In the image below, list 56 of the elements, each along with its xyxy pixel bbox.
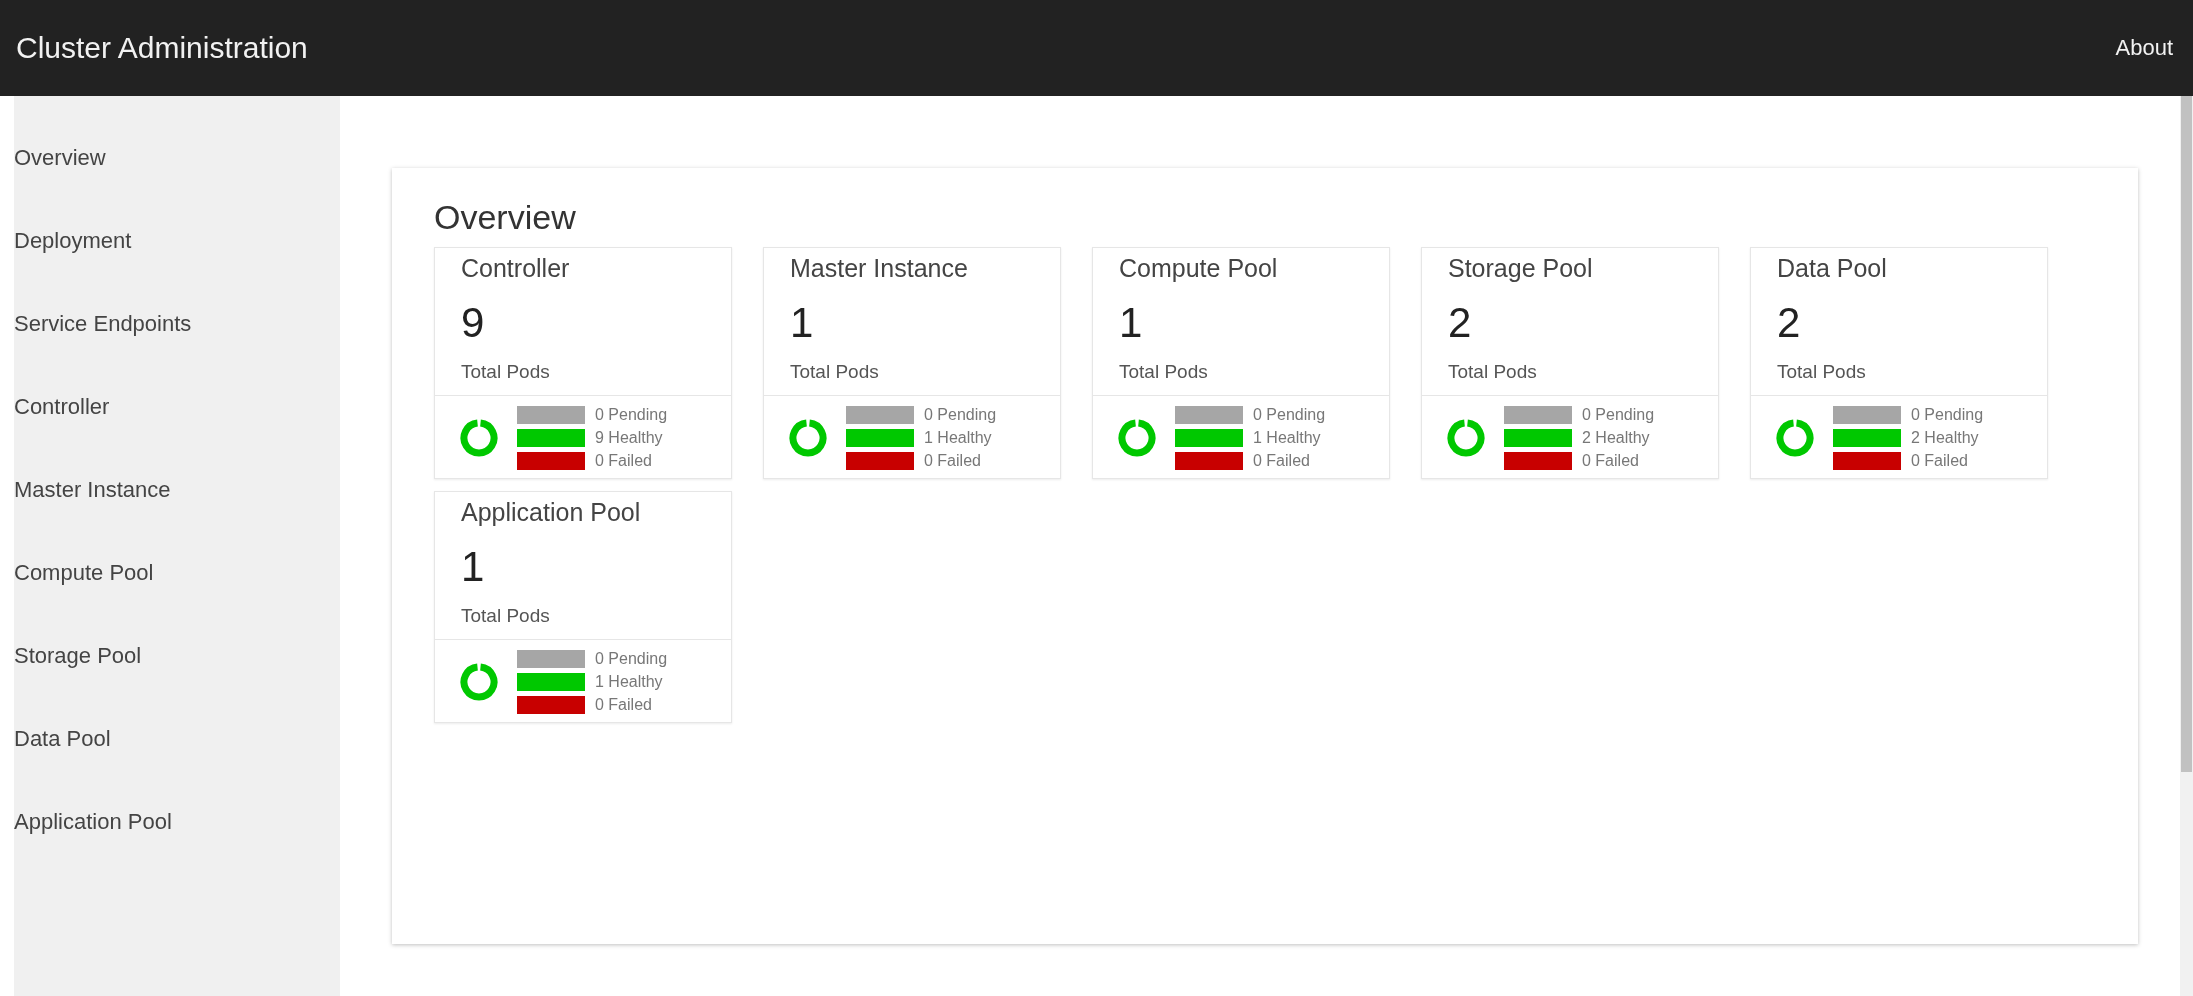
status-label: 0 Failed — [1253, 452, 1310, 470]
status-label: 0 Pending — [1582, 406, 1655, 424]
status-label: 2 Healthy — [1582, 429, 1650, 447]
pod-count: 9 — [461, 299, 485, 347]
count-caption: Total Pods — [461, 605, 550, 627]
scrollbar[interactable] — [2180, 96, 2193, 996]
ring-icon — [788, 418, 828, 458]
status-label: 0 Failed — [924, 452, 981, 470]
scroll-thumb[interactable] — [2181, 96, 2192, 772]
count-caption: Total Pods — [1448, 361, 1537, 383]
status-label: 0 Failed — [595, 452, 652, 470]
sidebar-item[interactable]: Compute Pool — [14, 531, 340, 614]
pod-count: 2 — [1777, 299, 1801, 347]
ring-icon — [1117, 418, 1157, 458]
sidebar-item[interactable]: Service Endpoints — [14, 282, 340, 365]
status-label: 0 Failed — [595, 696, 652, 714]
sidebar-item[interactable]: Master Instance — [14, 448, 340, 531]
status-label: 1 Healthy — [595, 673, 663, 691]
status-label: 0 Failed — [1911, 452, 1968, 470]
pod-count: 1 — [461, 543, 485, 591]
sidebar-item[interactable]: Overview — [14, 116, 340, 199]
sidebar-item[interactable]: Deployment — [14, 199, 340, 282]
about-link[interactable]: About — [2115, 35, 2173, 61]
status-label: 0 Pending — [1253, 406, 1326, 424]
status-label: 2 Healthy — [1911, 429, 1979, 447]
card-title: Master Instance — [790, 254, 968, 283]
count-caption: Total Pods — [1777, 361, 1866, 383]
app-title: Cluster Administration — [16, 31, 308, 65]
count-caption: Total Pods — [790, 361, 879, 383]
count-caption: Total Pods — [461, 361, 550, 383]
pod-count: 1 — [790, 299, 814, 347]
status-label: 1 Healthy — [924, 429, 992, 447]
pod-count: 1 — [1119, 299, 1143, 347]
panel-title: Overview — [434, 198, 576, 237]
status-label: 9 Healthy — [595, 429, 663, 447]
status-label: 1 Healthy — [1253, 429, 1321, 447]
ring-icon — [1775, 418, 1815, 458]
status-label: 0 Pending — [924, 406, 997, 424]
sidebar-item[interactable]: Application Pool — [14, 780, 340, 863]
status-label: 0 Pending — [1911, 406, 1984, 424]
ring-icon — [459, 662, 499, 702]
pod-count: 2 — [1448, 299, 1472, 347]
sidebar-item[interactable]: Controller — [14, 365, 340, 448]
sidebar-item[interactable]: Data Pool — [14, 697, 340, 780]
ring-icon — [1446, 418, 1486, 458]
status-label: 0 Pending — [595, 406, 668, 424]
ring-icon — [459, 418, 499, 458]
card-title: Controller — [461, 254, 570, 283]
count-caption: Total Pods — [1119, 361, 1208, 383]
sidebar-item[interactable]: Storage Pool — [14, 614, 340, 697]
card-title: Data Pool — [1777, 254, 1887, 283]
card-title: Compute Pool — [1119, 254, 1278, 283]
card-title: Application Pool — [461, 498, 641, 527]
card-title: Storage Pool — [1448, 254, 1593, 283]
status-label: 0 Pending — [595, 650, 668, 668]
status-label: 0 Failed — [1582, 452, 1639, 470]
